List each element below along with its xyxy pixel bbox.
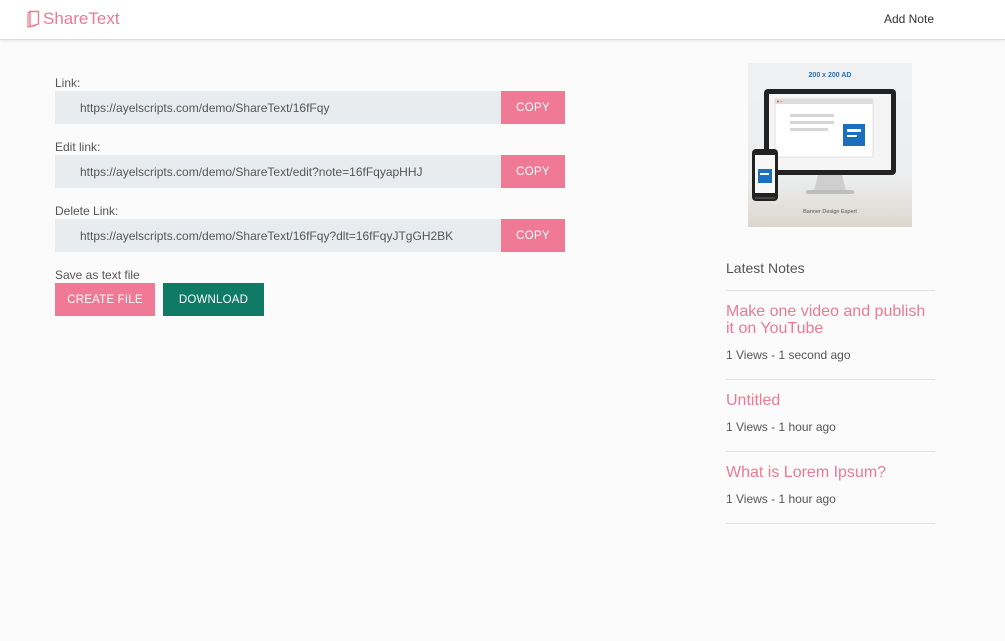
top-navbar: ShareText Add Note bbox=[0, 0, 1005, 40]
edit-link-label: Edit link: bbox=[55, 140, 101, 154]
delete-link-label: Delete Link: bbox=[55, 204, 119, 218]
link-input[interactable]: https://ayelscripts.com/demo/ShareText/1… bbox=[55, 91, 501, 124]
copy-link-button[interactable]: COPY bbox=[501, 91, 565, 124]
link-label: Link: bbox=[55, 76, 81, 90]
divider bbox=[726, 290, 935, 291]
note-meta: 1 Views - 1 second ago bbox=[726, 348, 851, 362]
save-as-text-label: Save as text file bbox=[55, 268, 140, 282]
delete-link-field-row: https://ayelscripts.com/demo/ShareText/1… bbox=[55, 219, 565, 252]
note-title-link[interactable]: What is Lorem Ipsum? bbox=[726, 464, 935, 481]
brand-name: ShareText bbox=[43, 9, 120, 28]
divider bbox=[726, 451, 935, 452]
brand-logo-link[interactable]: ShareText bbox=[27, 8, 120, 30]
add-note-link[interactable]: Add Note bbox=[884, 12, 934, 26]
divider bbox=[726, 523, 935, 524]
create-file-button[interactable]: CREATE FILE bbox=[55, 283, 155, 316]
copy-delete-link-button[interactable]: COPY bbox=[501, 219, 565, 252]
note-meta: 1 Views - 1 hour ago bbox=[726, 420, 836, 434]
document-icon bbox=[27, 10, 40, 28]
edit-link-input[interactable]: https://ayelscripts.com/demo/ShareText/e… bbox=[55, 155, 501, 188]
ad-footer-text: Banner Design Expert bbox=[803, 209, 857, 215]
link-field-row: https://ayelscripts.com/demo/ShareText/1… bbox=[55, 91, 565, 124]
copy-edit-link-button[interactable]: COPY bbox=[501, 155, 565, 188]
latest-notes-heading: Latest Notes bbox=[726, 260, 805, 276]
note-title-link[interactable]: Make one video and publish it on YouTube bbox=[726, 303, 935, 337]
edit-link-field-row: https://ayelscripts.com/demo/ShareText/e… bbox=[55, 155, 565, 188]
download-button[interactable]: DOWNLOAD bbox=[163, 283, 264, 316]
divider bbox=[726, 379, 935, 380]
ad-banner[interactable]: 200 x 200 AD Banner Design Expert bbox=[748, 63, 912, 227]
note-meta: 1 Views - 1 hour ago bbox=[726, 492, 836, 506]
delete-link-input[interactable]: https://ayelscripts.com/demo/ShareText/1… bbox=[55, 219, 501, 252]
note-title-link[interactable]: Untitled bbox=[726, 392, 935, 409]
ad-illustration bbox=[752, 89, 896, 201]
